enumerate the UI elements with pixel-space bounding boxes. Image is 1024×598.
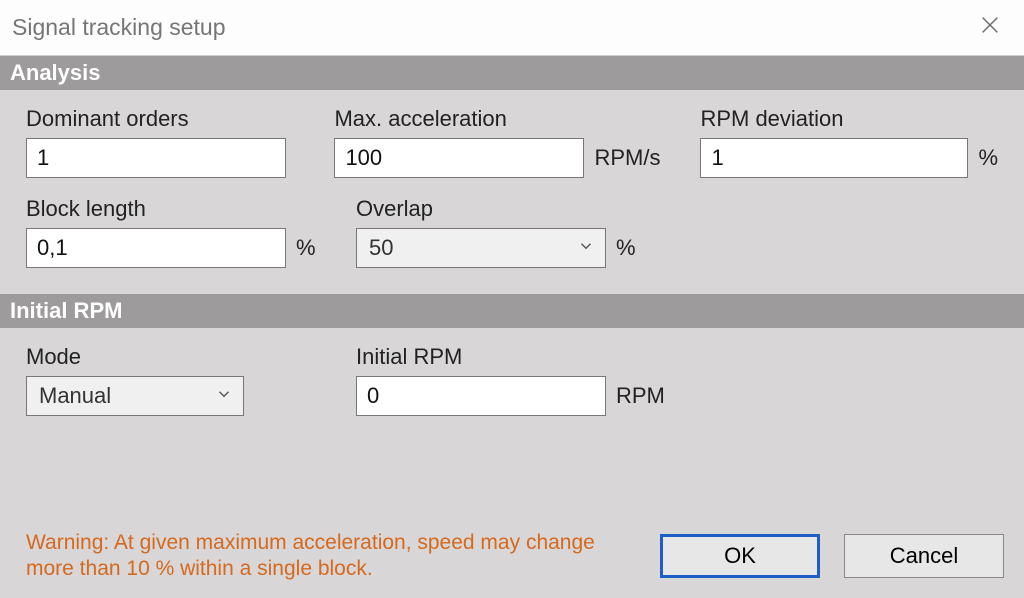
ok-button-label: OK xyxy=(724,543,756,569)
select-mode-value: Manual xyxy=(39,383,111,409)
section-header-analysis: Analysis xyxy=(0,56,1024,90)
dialog-footer: Warning: At given maximum acceleration, … xyxy=(0,530,1024,583)
input-initial-rpm[interactable] xyxy=(356,376,606,416)
unit-block-length: % xyxy=(296,235,316,261)
label-block-length: Block length xyxy=(26,196,316,222)
unit-max-acceleration: RPM/s xyxy=(594,145,660,171)
window-title: Signal tracking setup xyxy=(12,14,226,41)
section-title-initial-rpm: Initial RPM xyxy=(10,298,122,324)
select-overlap[interactable]: 50 xyxy=(356,228,606,268)
label-mode: Mode xyxy=(26,344,316,370)
select-mode[interactable]: Manual xyxy=(26,376,244,416)
input-rpm-deviation[interactable] xyxy=(700,138,968,178)
close-button[interactable] xyxy=(974,12,1006,44)
select-overlap-value: 50 xyxy=(369,235,393,261)
title-bar: Signal tracking setup xyxy=(0,0,1024,56)
input-max-acceleration[interactable] xyxy=(334,138,584,178)
chevron-down-icon xyxy=(215,383,233,409)
section-title-analysis: Analysis xyxy=(10,60,101,86)
input-dominant-orders[interactable] xyxy=(26,138,286,178)
label-initial-rpm: Initial RPM xyxy=(356,344,686,370)
warning-text: Warning: At given maximum acceleration, … xyxy=(26,530,612,583)
ok-button[interactable]: OK xyxy=(660,534,820,578)
section-body-analysis: Dominant orders Max. acceleration RPM/s … xyxy=(0,90,1024,294)
unit-overlap: % xyxy=(616,235,636,261)
section-body-initial-rpm: Mode Manual Initial RPM RPM xyxy=(0,328,1024,436)
label-rpm-deviation: RPM deviation xyxy=(700,106,998,132)
cancel-button[interactable]: Cancel xyxy=(844,534,1004,578)
label-overlap: Overlap xyxy=(356,196,686,222)
unit-initial-rpm: RPM xyxy=(616,383,665,409)
cancel-button-label: Cancel xyxy=(890,543,958,569)
label-max-acceleration: Max. acceleration xyxy=(334,106,660,132)
label-dominant-orders: Dominant orders xyxy=(26,106,294,132)
chevron-down-icon xyxy=(577,235,595,261)
close-icon xyxy=(979,14,1001,42)
section-header-initial-rpm: Initial RPM xyxy=(0,294,1024,328)
input-block-length[interactable] xyxy=(26,228,286,268)
unit-rpm-deviation: % xyxy=(978,145,998,171)
